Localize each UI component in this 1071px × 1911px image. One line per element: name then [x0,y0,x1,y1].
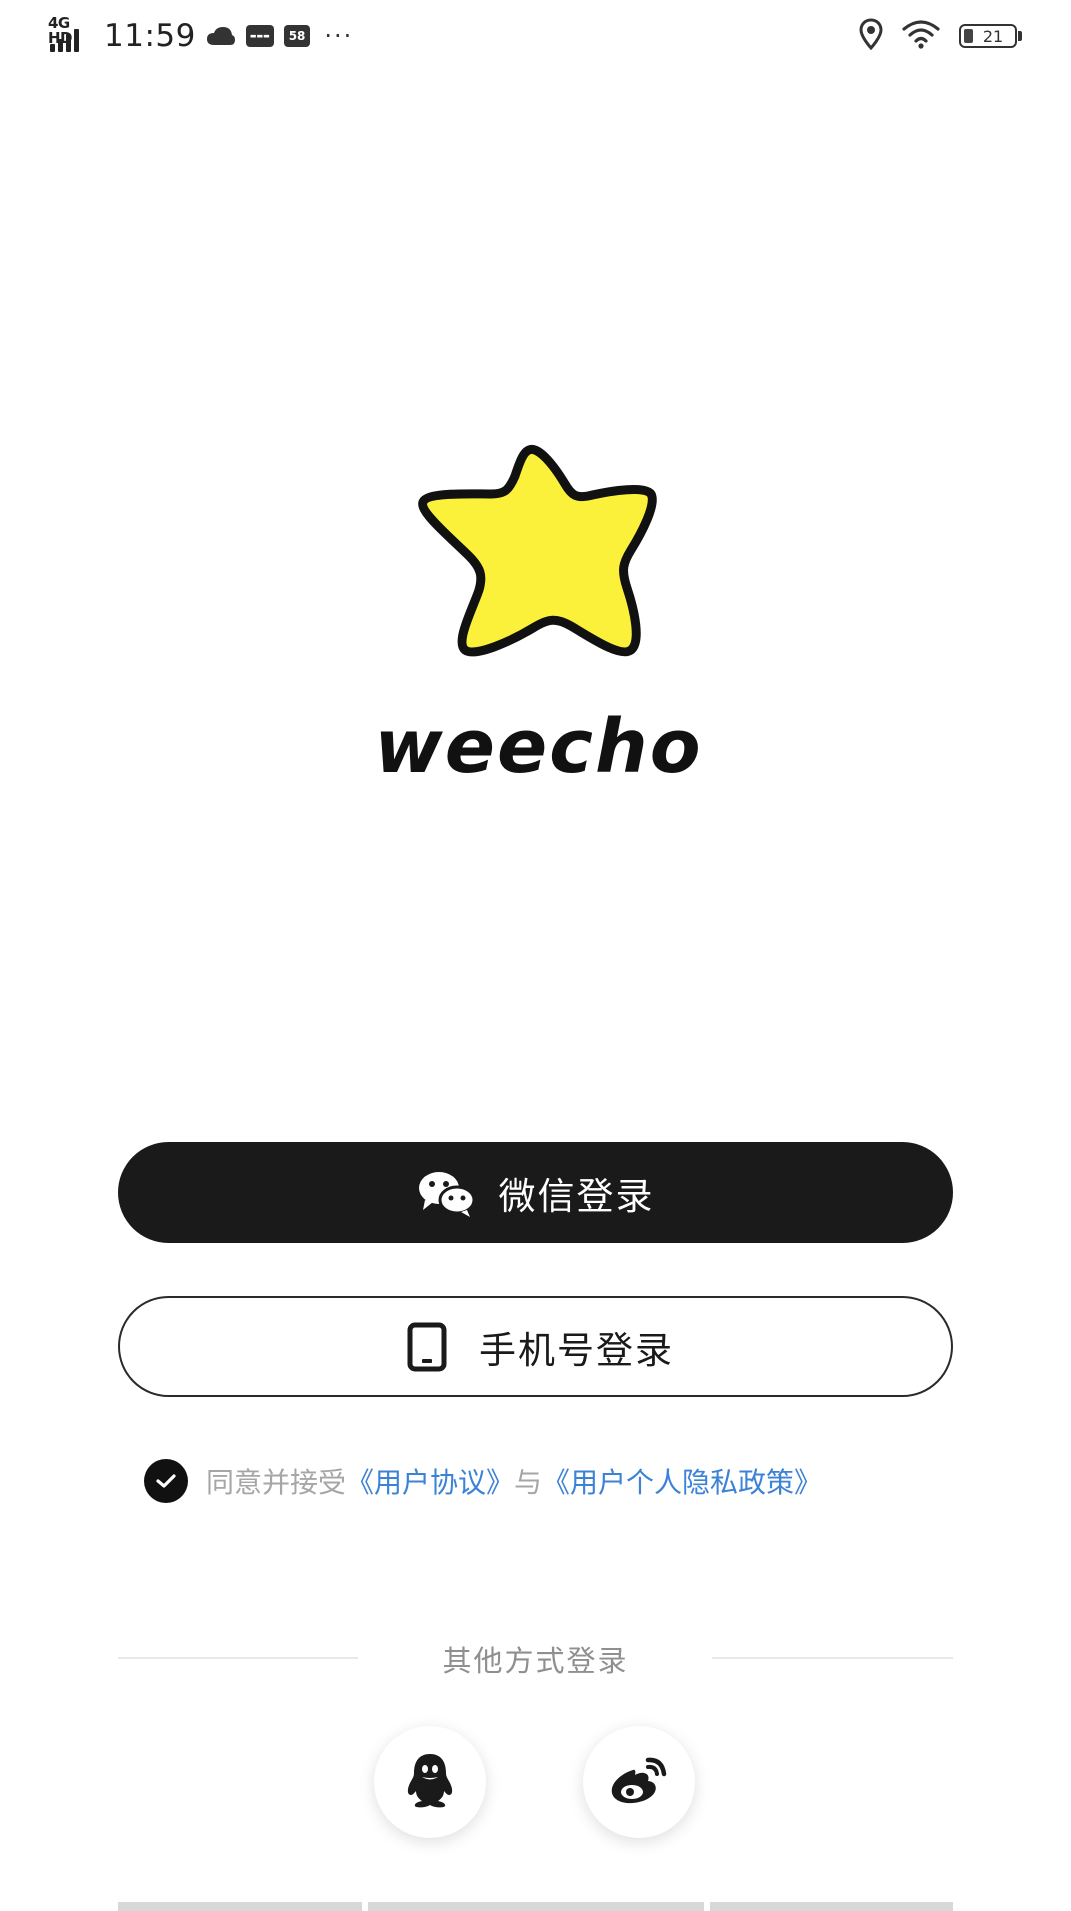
location-icon [859,18,883,54]
wechat-icon [417,1163,477,1223]
qq-icon [403,1751,457,1813]
status-bar-right: 21 [859,14,1023,58]
agreement-checkbox[interactable] [144,1459,188,1503]
divider-right [712,1657,953,1659]
cloud-icon [206,25,236,47]
wechat-login-label: 微信登录 [498,1174,655,1218]
weibo-login-button[interactable] [583,1726,695,1838]
wifi-icon [901,19,941,53]
privacy-policy-link[interactable]: 《用户个人隐私政策》 [542,1461,822,1501]
phone-icon [397,1317,457,1377]
checkmark-icon [156,1474,176,1488]
agreement-connector: 与 [514,1466,543,1499]
agreement-prefix: 同意并接受 [206,1466,347,1499]
bottom-bar-segment [710,1902,953,1911]
other-login-title: 其他方式登录 [442,1644,629,1678]
battery-level: 21 [982,26,1004,46]
more-dots-icon: ··· [324,22,354,50]
qq-login-button[interactable] [374,1726,486,1838]
status-bar-left: 4G HD 11:59 ▬▬▬ 58 ··· [48,14,353,58]
app-58-icon: 58 [283,25,311,47]
user-agreement-link[interactable]: 《用户协议》 [346,1461,514,1501]
notification-badge: 58 [283,25,311,47]
phone-login-button[interactable]: 手机号登录 [118,1296,953,1397]
clock-time: 11:59 [104,18,196,54]
bottom-bar-segment [368,1902,704,1911]
app-logo-text: weecho [374,704,703,790]
app-notification-icon: ▬▬▬ [245,25,274,47]
wechat-login-button[interactable]: 微信登录 [118,1142,953,1243]
battery-icon: 21 [959,23,1023,49]
weibo-icon [608,1754,670,1810]
star-logo-icon [405,438,663,663]
agreement-row: 同意并接受 《用户协议》 与 《用户个人隐私政策》 [144,1456,822,1506]
status-bar: 4G HD 11:59 ▬▬▬ 58 ··· 21 [0,0,1071,72]
signal-icon: 4G HD [48,16,94,56]
bottom-bar-segment [118,1902,362,1911]
phone-login-label: 手机号登录 [479,1328,674,1372]
